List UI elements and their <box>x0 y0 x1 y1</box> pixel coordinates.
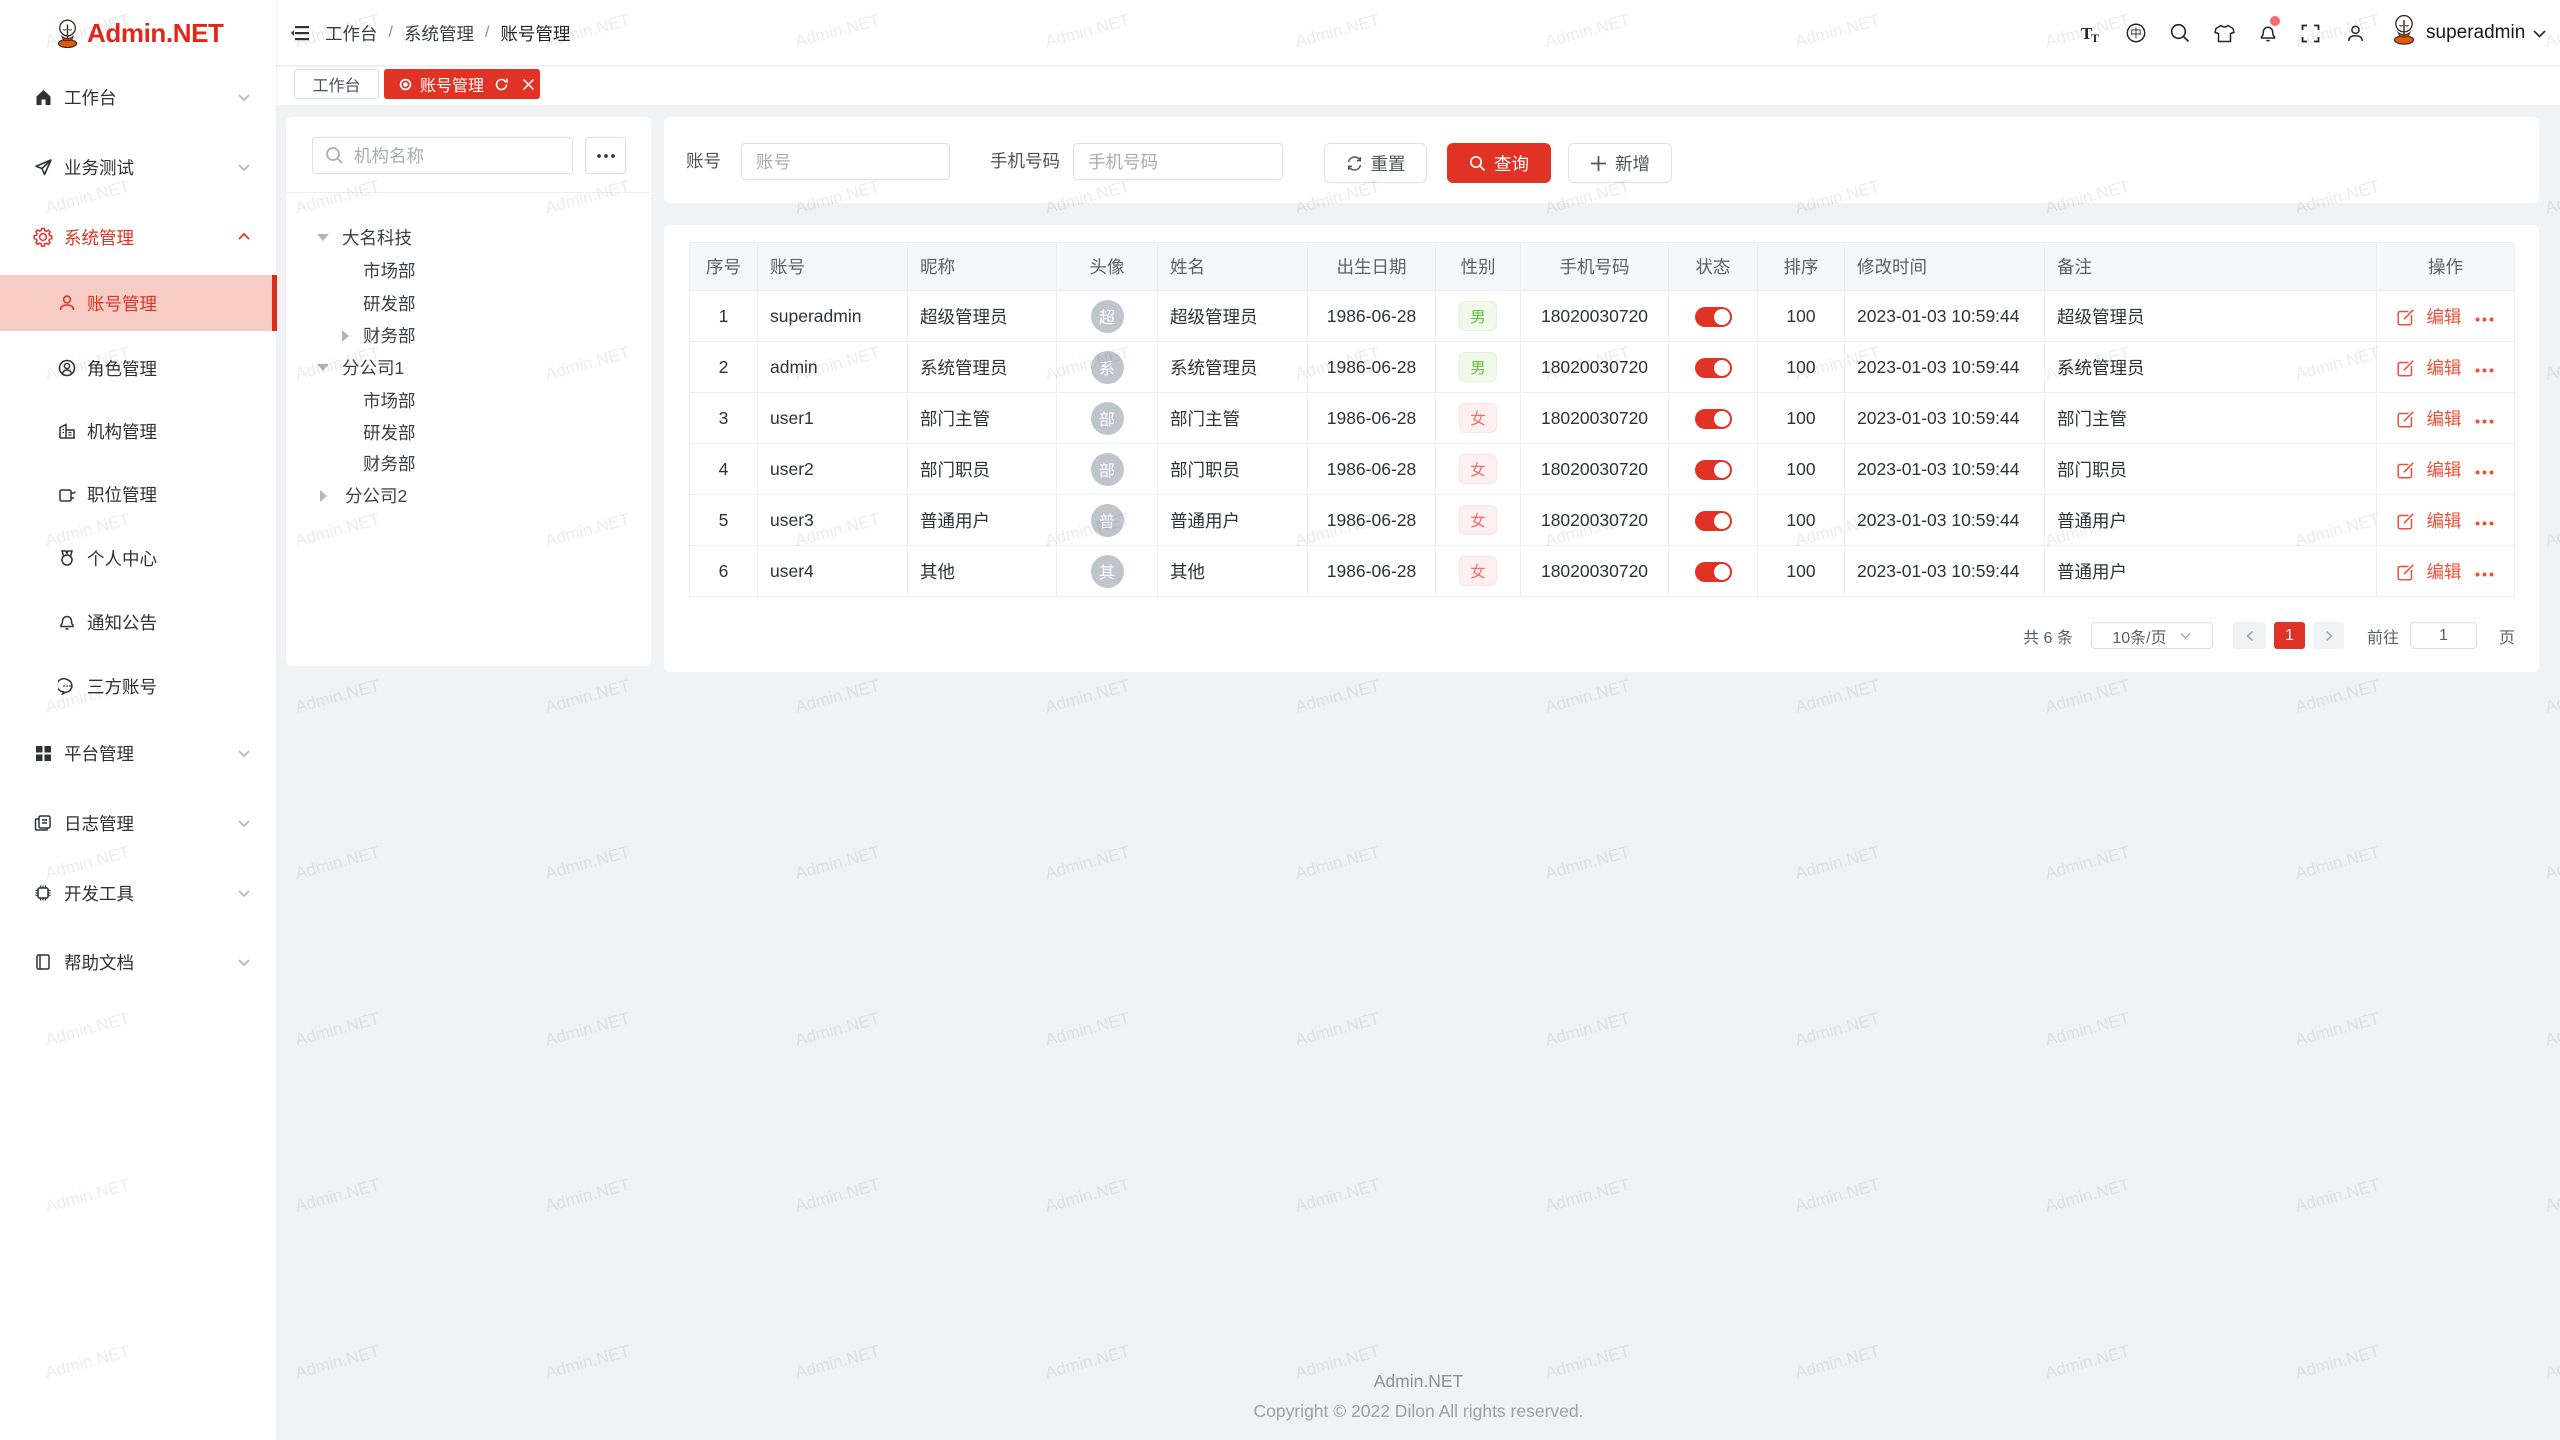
svg-text:Admin.NET: Admin.NET <box>1293 1009 1382 1050</box>
svg-text:Admin.NET: Admin.NET <box>1293 842 1382 883</box>
svg-text:Admin.NET: Admin.NET <box>1793 842 1882 883</box>
svg-text:Admin.NET: Admin.NET <box>293 1175 382 1216</box>
svg-text:Admin.NET: Admin.NET <box>1793 1175 1882 1216</box>
svg-text:Admin.NET: Admin.NET <box>2543 1009 2560 1050</box>
svg-text:Admin.NET: Admin.NET <box>543 1009 632 1050</box>
svg-text:Admin.NET: Admin.NET <box>543 676 632 717</box>
svg-text:Admin.NET: Admin.NET <box>1043 1175 1132 1216</box>
svg-text:Admin.NET: Admin.NET <box>793 842 882 883</box>
svg-text:中: 中 <box>2130 27 2142 40</box>
svg-text:Admin.NET: Admin.NET <box>1793 1009 1882 1050</box>
svg-text:Admin.NET: Admin.NET <box>2543 1175 2560 1216</box>
svg-text:Admin.NET: Admin.NET <box>2043 842 2132 883</box>
svg-text:Admin.NET: Admin.NET <box>1293 676 1382 717</box>
svg-text:Admin.NET: Admin.NET <box>2043 676 2132 717</box>
svg-text:Admin.NET: Admin.NET <box>543 842 632 883</box>
svg-text:Admin.NET: Admin.NET <box>293 676 382 717</box>
svg-text:Admin.NET: Admin.NET <box>2543 842 2560 883</box>
svg-text:Admin.NET: Admin.NET <box>1043 676 1132 717</box>
svg-text:Admin.NET: Admin.NET <box>1543 1009 1632 1050</box>
svg-text:Admin.NET: Admin.NET <box>1043 842 1132 883</box>
svg-text:Admin.NET: Admin.NET <box>1543 676 1632 717</box>
svg-text:Admin.NET: Admin.NET <box>2543 676 2560 717</box>
svg-text:Admin.NET: Admin.NET <box>1543 842 1632 883</box>
svg-text:Admin.NET: Admin.NET <box>2293 1009 2382 1050</box>
svg-text:Admin.NET: Admin.NET <box>2293 842 2382 883</box>
svg-text:Admin.NET: Admin.NET <box>793 676 882 717</box>
svg-text:Admin.NET: Admin.NET <box>1543 1175 1632 1216</box>
svg-text:Admin.NET: Admin.NET <box>2543 343 2560 384</box>
svg-text:Admin.NET: Admin.NET <box>2043 1009 2132 1050</box>
svg-text:Admin.NET: Admin.NET <box>2293 1175 2382 1216</box>
svg-text:Admin.NET: Admin.NET <box>2043 1175 2132 1216</box>
svg-text:Admin.NET: Admin.NET <box>2543 509 2560 550</box>
svg-text:Admin.NET: Admin.NET <box>2293 676 2382 717</box>
svg-text:Admin.NET: Admin.NET <box>793 1009 882 1050</box>
svg-text:Admin.NET: Admin.NET <box>1293 1175 1382 1216</box>
svg-text:Admin.NET: Admin.NET <box>2543 177 2560 218</box>
svg-text:Admin.NET: Admin.NET <box>1793 676 1882 717</box>
svg-text:Admin.NET: Admin.NET <box>293 1009 382 1050</box>
svg-text:Admin.NET: Admin.NET <box>793 1175 882 1216</box>
svg-text:Admin.NET: Admin.NET <box>543 1175 632 1216</box>
svg-text:Admin.NET: Admin.NET <box>293 842 382 883</box>
svg-text:Admin.NET: Admin.NET <box>1043 1009 1132 1050</box>
svg-text:T: T <box>2091 31 2099 43</box>
